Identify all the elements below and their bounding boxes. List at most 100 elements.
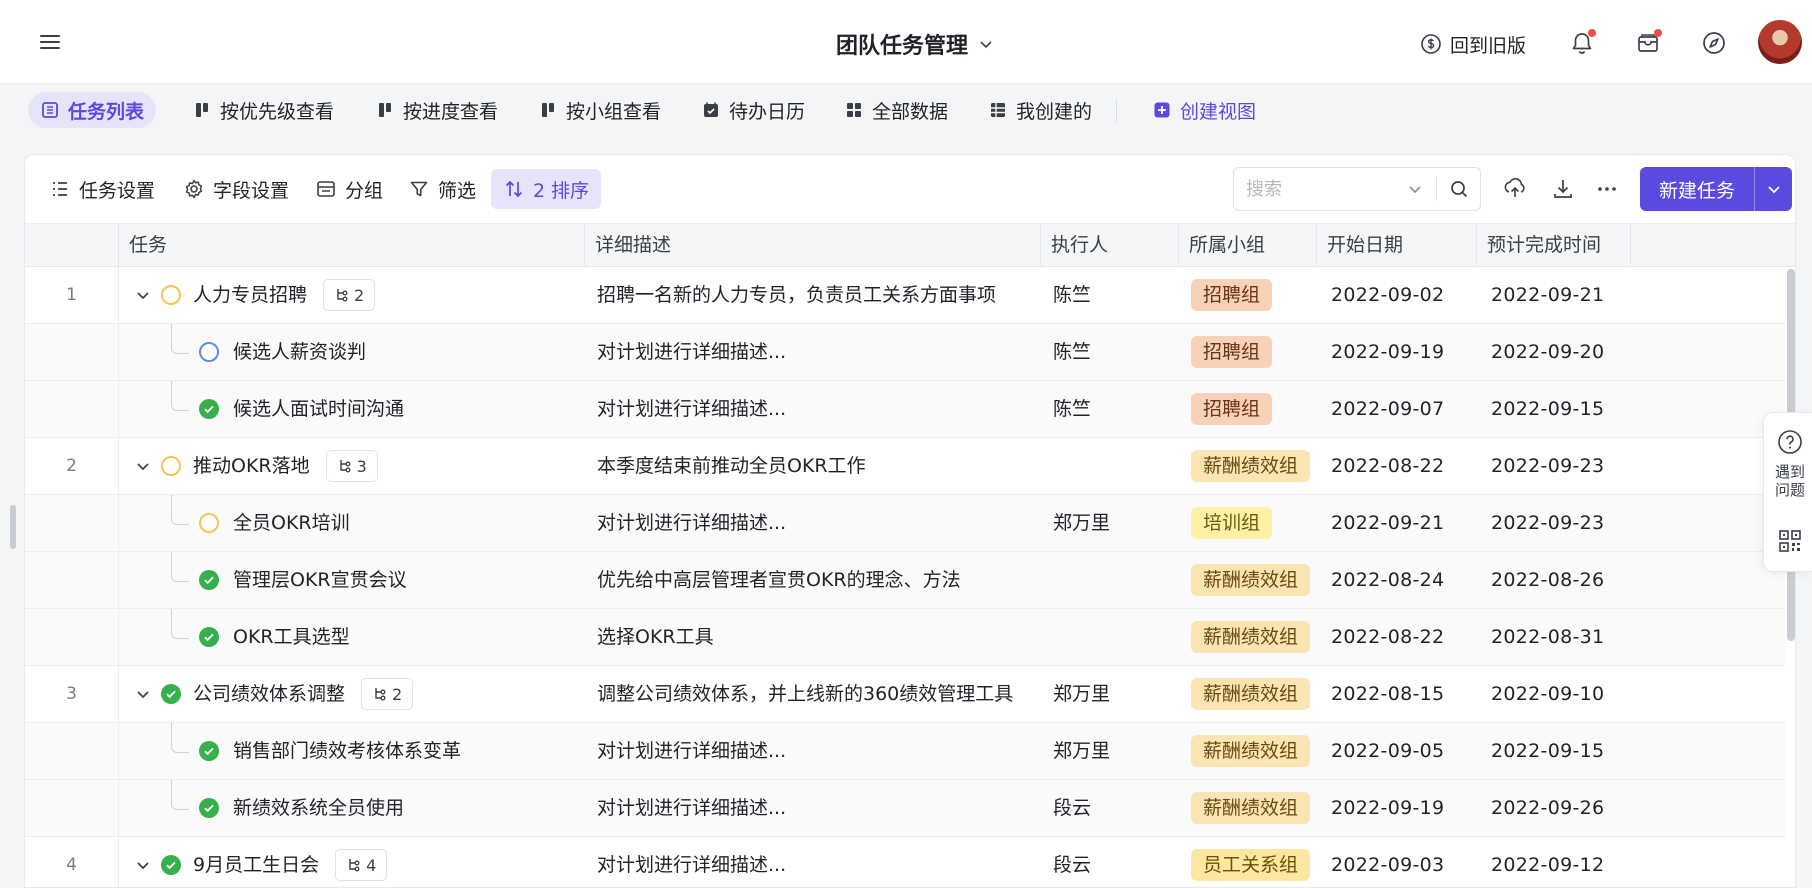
task-cell[interactable]: 销售部门绩效考核体系变革 xyxy=(119,723,585,779)
chevron-down-icon[interactable] xyxy=(133,684,153,704)
column-header-description[interactable]: 详细描述 xyxy=(585,224,1041,267)
owner-cell[interactable] xyxy=(1053,438,1173,494)
description-cell[interactable]: 对计划进行详细描述... xyxy=(597,495,1037,551)
owner-cell[interactable]: 郑万里 xyxy=(1053,723,1173,779)
due-date-cell[interactable]: 2022-09-26 xyxy=(1491,780,1631,836)
tab-by-progress[interactable]: 按进度查看 xyxy=(363,92,510,128)
subtask-row[interactable]: 全员OKR培训 对计划进行详细描述... 郑万里 培训组 2022-09-21 2022-… xyxy=(25,495,1785,552)
tab-by-team[interactable]: 按小组查看 xyxy=(526,92,673,128)
sidebar-resize-handle[interactable] xyxy=(10,505,16,549)
team-cell[interactable]: 薪酬绩效组 xyxy=(1179,780,1317,836)
help-icon[interactable] xyxy=(1777,429,1803,455)
description-cell[interactable]: 对计划进行详细描述... xyxy=(597,723,1037,779)
team-cell[interactable]: 招聘组 xyxy=(1179,267,1317,323)
status-checkbox[interactable] xyxy=(161,855,181,875)
task-name[interactable]: 人力专员招聘 xyxy=(193,267,307,323)
status-checkbox[interactable] xyxy=(161,684,181,704)
new-task-button[interactable]: 新建任务 xyxy=(1640,167,1792,211)
task-name[interactable]: 新绩效系统全员使用 xyxy=(233,780,404,836)
owner-cell[interactable]: 陈竺 xyxy=(1053,324,1173,380)
start-date-cell[interactable]: 2022-09-05 xyxy=(1331,723,1477,779)
start-date-cell[interactable]: 2022-08-22 xyxy=(1331,438,1477,494)
subtask-row[interactable]: 管理层OKR宣贯会议 优先给中高层管理者宣贯OKR的理念、方法 薪酬绩效组 2022-… xyxy=(25,552,1785,609)
filter-button[interactable]: 筛选 xyxy=(400,169,484,209)
task-name[interactable]: 公司绩效体系调整 xyxy=(193,666,345,722)
subtask-count[interactable]: 4 xyxy=(335,849,388,881)
task-row[interactable]: 4 9月员工生日会 4 对计划进行详细描述... 段云 员工关系组 2022-09-03 20… xyxy=(25,837,1785,887)
compass-icon[interactable] xyxy=(1700,29,1728,57)
team-cell[interactable]: 招聘组 xyxy=(1179,381,1317,437)
description-cell[interactable]: 对计划进行详细描述... xyxy=(597,381,1037,437)
team-cell[interactable]: 培训组 xyxy=(1179,495,1317,551)
description-cell[interactable]: 优先给中高层管理者宣贯OKR的理念、方法 xyxy=(597,552,1037,608)
user-avatar[interactable] xyxy=(1758,20,1802,64)
task-cell[interactable]: 候选人薪资谈判 xyxy=(119,324,585,380)
task-name[interactable]: 候选人面试时间沟通 xyxy=(233,381,404,437)
column-header-team[interactable]: 所属小组 xyxy=(1179,224,1317,267)
due-date-cell[interactable]: 2022-08-31 xyxy=(1491,609,1631,665)
task-name[interactable]: 候选人薪资谈判 xyxy=(233,324,366,380)
create-view-button[interactable]: 创建视图 xyxy=(1140,92,1268,128)
team-cell[interactable]: 薪酬绩效组 xyxy=(1179,609,1317,665)
description-cell[interactable]: 调整公司绩效体系，并上线新的360绩效管理工具 xyxy=(597,666,1037,722)
upload-icon[interactable] xyxy=(1501,175,1529,203)
due-date-cell[interactable]: 2022-09-10 xyxy=(1491,666,1631,722)
start-date-cell[interactable]: 2022-09-07 xyxy=(1331,381,1477,437)
back-to-old-version-button[interactable]: 回到旧版 xyxy=(1420,28,1526,60)
subtask-count[interactable]: 2 xyxy=(361,678,414,710)
chevron-down-icon[interactable] xyxy=(1406,180,1424,198)
owner-cell[interactable]: 陈竺 xyxy=(1053,267,1173,323)
task-cell[interactable]: 推动OKR落地 3 xyxy=(119,438,585,494)
due-date-cell[interactable]: 2022-09-21 xyxy=(1491,267,1631,323)
menu-icon[interactable] xyxy=(38,30,64,54)
start-date-cell[interactable]: 2022-09-19 xyxy=(1331,780,1477,836)
team-cell[interactable]: 薪酬绩效组 xyxy=(1179,723,1317,779)
task-settings-button[interactable]: 任务设置 xyxy=(41,169,163,209)
status-checkbox[interactable] xyxy=(199,798,219,818)
owner-cell[interactable] xyxy=(1053,609,1173,665)
start-date-cell[interactable]: 2022-09-02 xyxy=(1331,267,1477,323)
owner-cell[interactable]: 段云 xyxy=(1053,780,1173,836)
tab-task-list[interactable]: 任务列表 xyxy=(28,92,157,128)
status-checkbox[interactable] xyxy=(161,456,181,476)
more-icon[interactable] xyxy=(1593,175,1621,203)
subtask-row[interactable]: 新绩效系统全员使用 对计划进行详细描述... 段云 薪酬绩效组 2022-09-19 20… xyxy=(25,780,1785,837)
due-date-cell[interactable]: 2022-09-15 xyxy=(1491,381,1631,437)
start-date-cell[interactable]: 2022-09-19 xyxy=(1331,324,1477,380)
task-name[interactable]: 全员OKR培训 xyxy=(233,495,350,551)
team-cell[interactable]: 薪酬绩效组 xyxy=(1179,438,1317,494)
status-checkbox[interactable] xyxy=(199,342,219,362)
search-icon[interactable] xyxy=(1448,178,1470,200)
due-date-cell[interactable]: 2022-09-23 xyxy=(1491,438,1631,494)
qr-code-icon[interactable] xyxy=(1778,529,1802,553)
owner-cell[interactable]: 郑万里 xyxy=(1053,666,1173,722)
status-checkbox[interactable] xyxy=(199,399,219,419)
team-cell[interactable]: 招聘组 xyxy=(1179,324,1317,380)
status-checkbox[interactable] xyxy=(199,741,219,761)
column-header-task[interactable]: 任务 xyxy=(119,224,585,267)
sort-button[interactable]: 2 排序 xyxy=(491,169,602,209)
subtask-row[interactable]: 候选人薪资谈判 对计划进行详细描述... 陈竺 招聘组 2022-09-19 2022-0… xyxy=(25,324,1785,381)
description-cell[interactable]: 招聘一名新的人力专员，负责员工关系方面事项 xyxy=(597,267,1037,323)
team-cell[interactable]: 员工关系组 xyxy=(1179,837,1317,887)
download-icon[interactable] xyxy=(1549,175,1577,203)
owner-cell[interactable]: 郑万里 xyxy=(1053,495,1173,551)
team-cell[interactable]: 薪酬绩效组 xyxy=(1179,666,1317,722)
description-cell[interactable]: 选择OKR工具 xyxy=(597,609,1037,665)
column-header-start-date[interactable]: 开始日期 xyxy=(1317,224,1477,267)
field-settings-button[interactable]: 字段设置 xyxy=(175,169,297,209)
app-title-switcher[interactable]: 团队任务管理 xyxy=(836,28,994,60)
status-checkbox[interactable] xyxy=(161,285,181,305)
task-name[interactable]: 9月员工生日会 xyxy=(193,837,319,887)
owner-cell[interactable] xyxy=(1053,552,1173,608)
task-name[interactable]: 销售部门绩效考核体系变革 xyxy=(233,723,461,779)
due-date-cell[interactable]: 2022-09-15 xyxy=(1491,723,1631,779)
new-task-dropdown[interactable] xyxy=(1755,181,1792,197)
task-name[interactable]: OKR工具选型 xyxy=(233,609,350,665)
column-header-due-date[interactable]: 预计完成时间 xyxy=(1477,224,1631,267)
inbox-icon[interactable] xyxy=(1634,29,1662,57)
owner-cell[interactable]: 陈竺 xyxy=(1053,381,1173,437)
tab-by-priority[interactable]: 按优先级查看 xyxy=(180,92,346,128)
task-name[interactable]: 管理层OKR宣贯会议 xyxy=(233,552,407,608)
notification-bell-icon[interactable] xyxy=(1568,29,1596,57)
